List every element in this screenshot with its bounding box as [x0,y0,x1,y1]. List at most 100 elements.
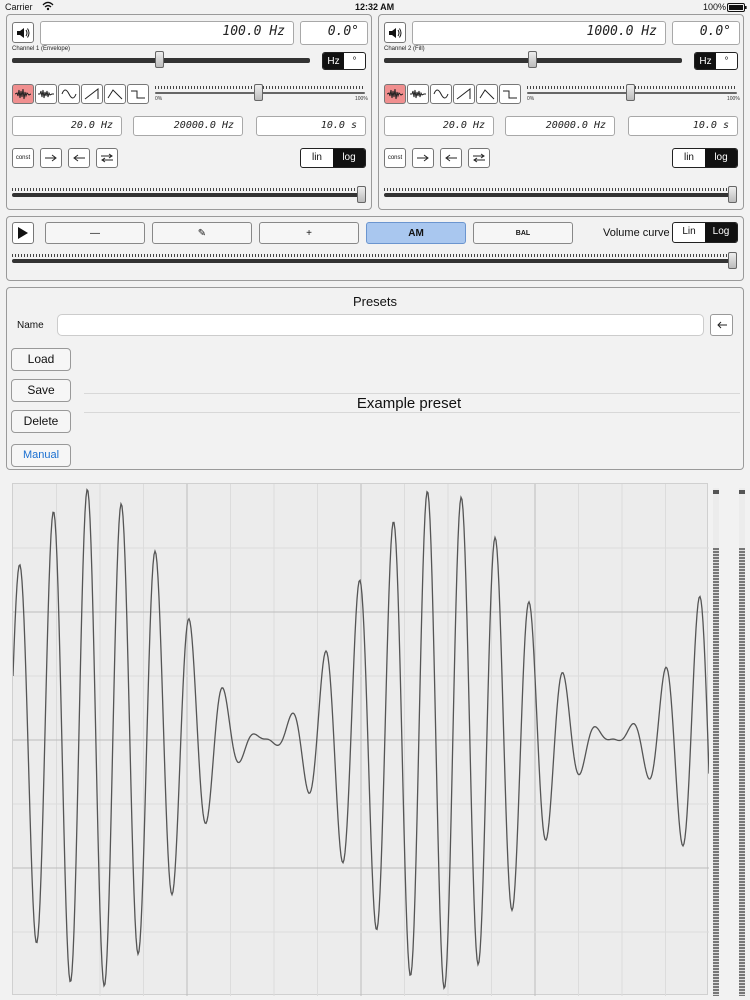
channel-2-frequency-thumb[interactable] [528,51,537,68]
unit-hz[interactable]: Hz [695,53,716,69]
mode-am-button[interactable]: AM [366,222,466,244]
noise-white-icon[interactable] [35,84,57,104]
noise-white-icon[interactable] [407,84,429,104]
sweep-updown-icon[interactable] [96,148,118,168]
mode-add-label: + [306,227,312,239]
channel-1-sweep-time[interactable]: 10.0 s [256,116,366,136]
volume-curve-toggle[interactable]: Lin Log [672,222,738,243]
channel-2-phase-field[interactable]: 0.0° [672,21,740,45]
channel-1-sweep-from[interactable]: 20.0 Hz [12,116,122,136]
preset-name-input[interactable] [57,314,704,336]
channel-1-frequency-thumb[interactable] [155,51,164,68]
sweep-down-icon[interactable] [68,148,90,168]
sweep-updown-icon[interactable] [468,148,490,168]
channel-1-phase-field[interactable]: 0.0° [300,21,368,45]
unit-degree[interactable]: ° [344,53,365,69]
presets-title: Presets [352,294,398,309]
unit-degree[interactable]: ° [716,53,737,69]
channel-2-frequency-field[interactable]: 1000.0 Hz [412,21,666,45]
speaker-icon[interactable] [384,22,406,43]
channel-2-label: Channel 2 (Fill) [384,46,425,52]
backspace-icon[interactable] [710,314,733,336]
channel-2-sweep-time[interactable]: 10.0 s [628,116,738,136]
preset-list-item[interactable]: Example preset [84,393,740,413]
volume-lin[interactable]: Lin [673,223,705,242]
mode-am-label: AM [408,227,424,239]
level-meter-right [739,488,745,996]
channel-1-unit-toggle[interactable]: Hz ° [322,52,366,70]
channel-2-unit-toggle[interactable]: Hz ° [694,52,738,70]
waveform-plot [12,484,710,996]
play-icon[interactable] [12,222,34,244]
channel-2-progress-track[interactable] [384,193,734,197]
load-button[interactable]: Load [11,348,71,371]
channel-2-sweep-to[interactable]: 20000.0 Hz [505,116,615,136]
saw-up-icon[interactable] [81,84,103,104]
mix-min-label: 0% [155,96,163,102]
channel-1-scale-toggle[interactable]: lin log [300,148,366,168]
channel-1-frequency-field[interactable]: 100.0 Hz [40,21,294,45]
channel-2-sweep-from[interactable]: 20.0 Hz [384,116,494,136]
noise-pink-icon[interactable] [12,84,34,104]
save-button[interactable]: Save [11,379,71,402]
pencil-icon: ✎ [197,227,207,239]
channel-2-mix-thumb[interactable] [626,84,635,101]
status-bar: Carrier 12:32 AM 100% [0,0,750,14]
mode-add-button[interactable]: + [259,222,359,244]
unit-hz[interactable]: Hz [323,53,344,69]
saw-up-icon[interactable] [453,84,475,104]
manual-button[interactable]: Manual [11,444,71,467]
scale-lin[interactable]: lin [673,149,705,167]
channel-1-progress-thumb[interactable] [357,186,366,203]
channel-2-progress-thumb[interactable] [728,186,737,203]
noise-pink-icon[interactable] [384,84,406,104]
clock: 12:32 AM [355,2,395,12]
mix-max-label: 100% [727,96,740,102]
scale-lin[interactable]: lin [301,149,333,167]
waveform-display[interactable] [12,483,710,996]
level-meter-right-empty [739,488,745,548]
speaker-icon[interactable] [12,22,34,43]
volume-log[interactable]: Log [705,223,737,242]
const-sweep-button[interactable]: const [384,148,406,168]
channel-2-progress-ticks [384,188,734,191]
battery-icon [727,3,747,14]
mode-draw-button[interactable]: ✎ [152,222,252,244]
modulation-ticks [12,254,732,257]
delete-button[interactable]: Delete [11,410,71,433]
const-label: const [387,155,403,161]
square-icon[interactable] [127,84,149,104]
channel-1-progress-track[interactable] [12,193,362,197]
sweep-up-icon[interactable] [40,148,62,168]
mode-balance-button[interactable]: BAL [473,222,573,244]
channel-1-mix-thumb[interactable] [254,84,263,101]
level-meter-left-empty [713,488,719,548]
battery-percent: 100% [703,2,727,12]
mix-min-label: 0% [527,96,535,102]
volume-curve-label: Volume curve [603,227,670,239]
channel-2-scale-toggle[interactable]: lin log [672,148,738,168]
carrier-label: Carrier [5,2,33,12]
wifi-icon [42,1,54,13]
scale-log[interactable]: log [705,149,737,167]
channel-1-label: Channel 1 (Envelope) [12,46,71,52]
sweep-down-icon[interactable] [440,148,462,168]
sine-icon[interactable] [430,84,452,104]
const-label: const [15,155,31,161]
modulation-thumb[interactable] [728,252,737,269]
level-meter-left [713,488,719,996]
sine-icon[interactable] [58,84,80,104]
const-sweep-button[interactable]: const [12,148,34,168]
channel-1-sweep-to[interactable]: 20000.0 Hz [133,116,243,136]
mode-mix-label: — [90,227,100,239]
sweep-up-icon[interactable] [412,148,434,168]
mode-mix-button[interactable]: — [45,222,145,244]
name-label: Name [17,320,44,331]
modulation-track[interactable] [12,259,732,263]
preset-item-label: Example preset [356,395,462,412]
square-icon[interactable] [499,84,521,104]
triangle-icon[interactable] [476,84,498,104]
scale-log[interactable]: log [333,149,365,167]
level-meter-right-peak [739,490,745,494]
triangle-icon[interactable] [104,84,126,104]
